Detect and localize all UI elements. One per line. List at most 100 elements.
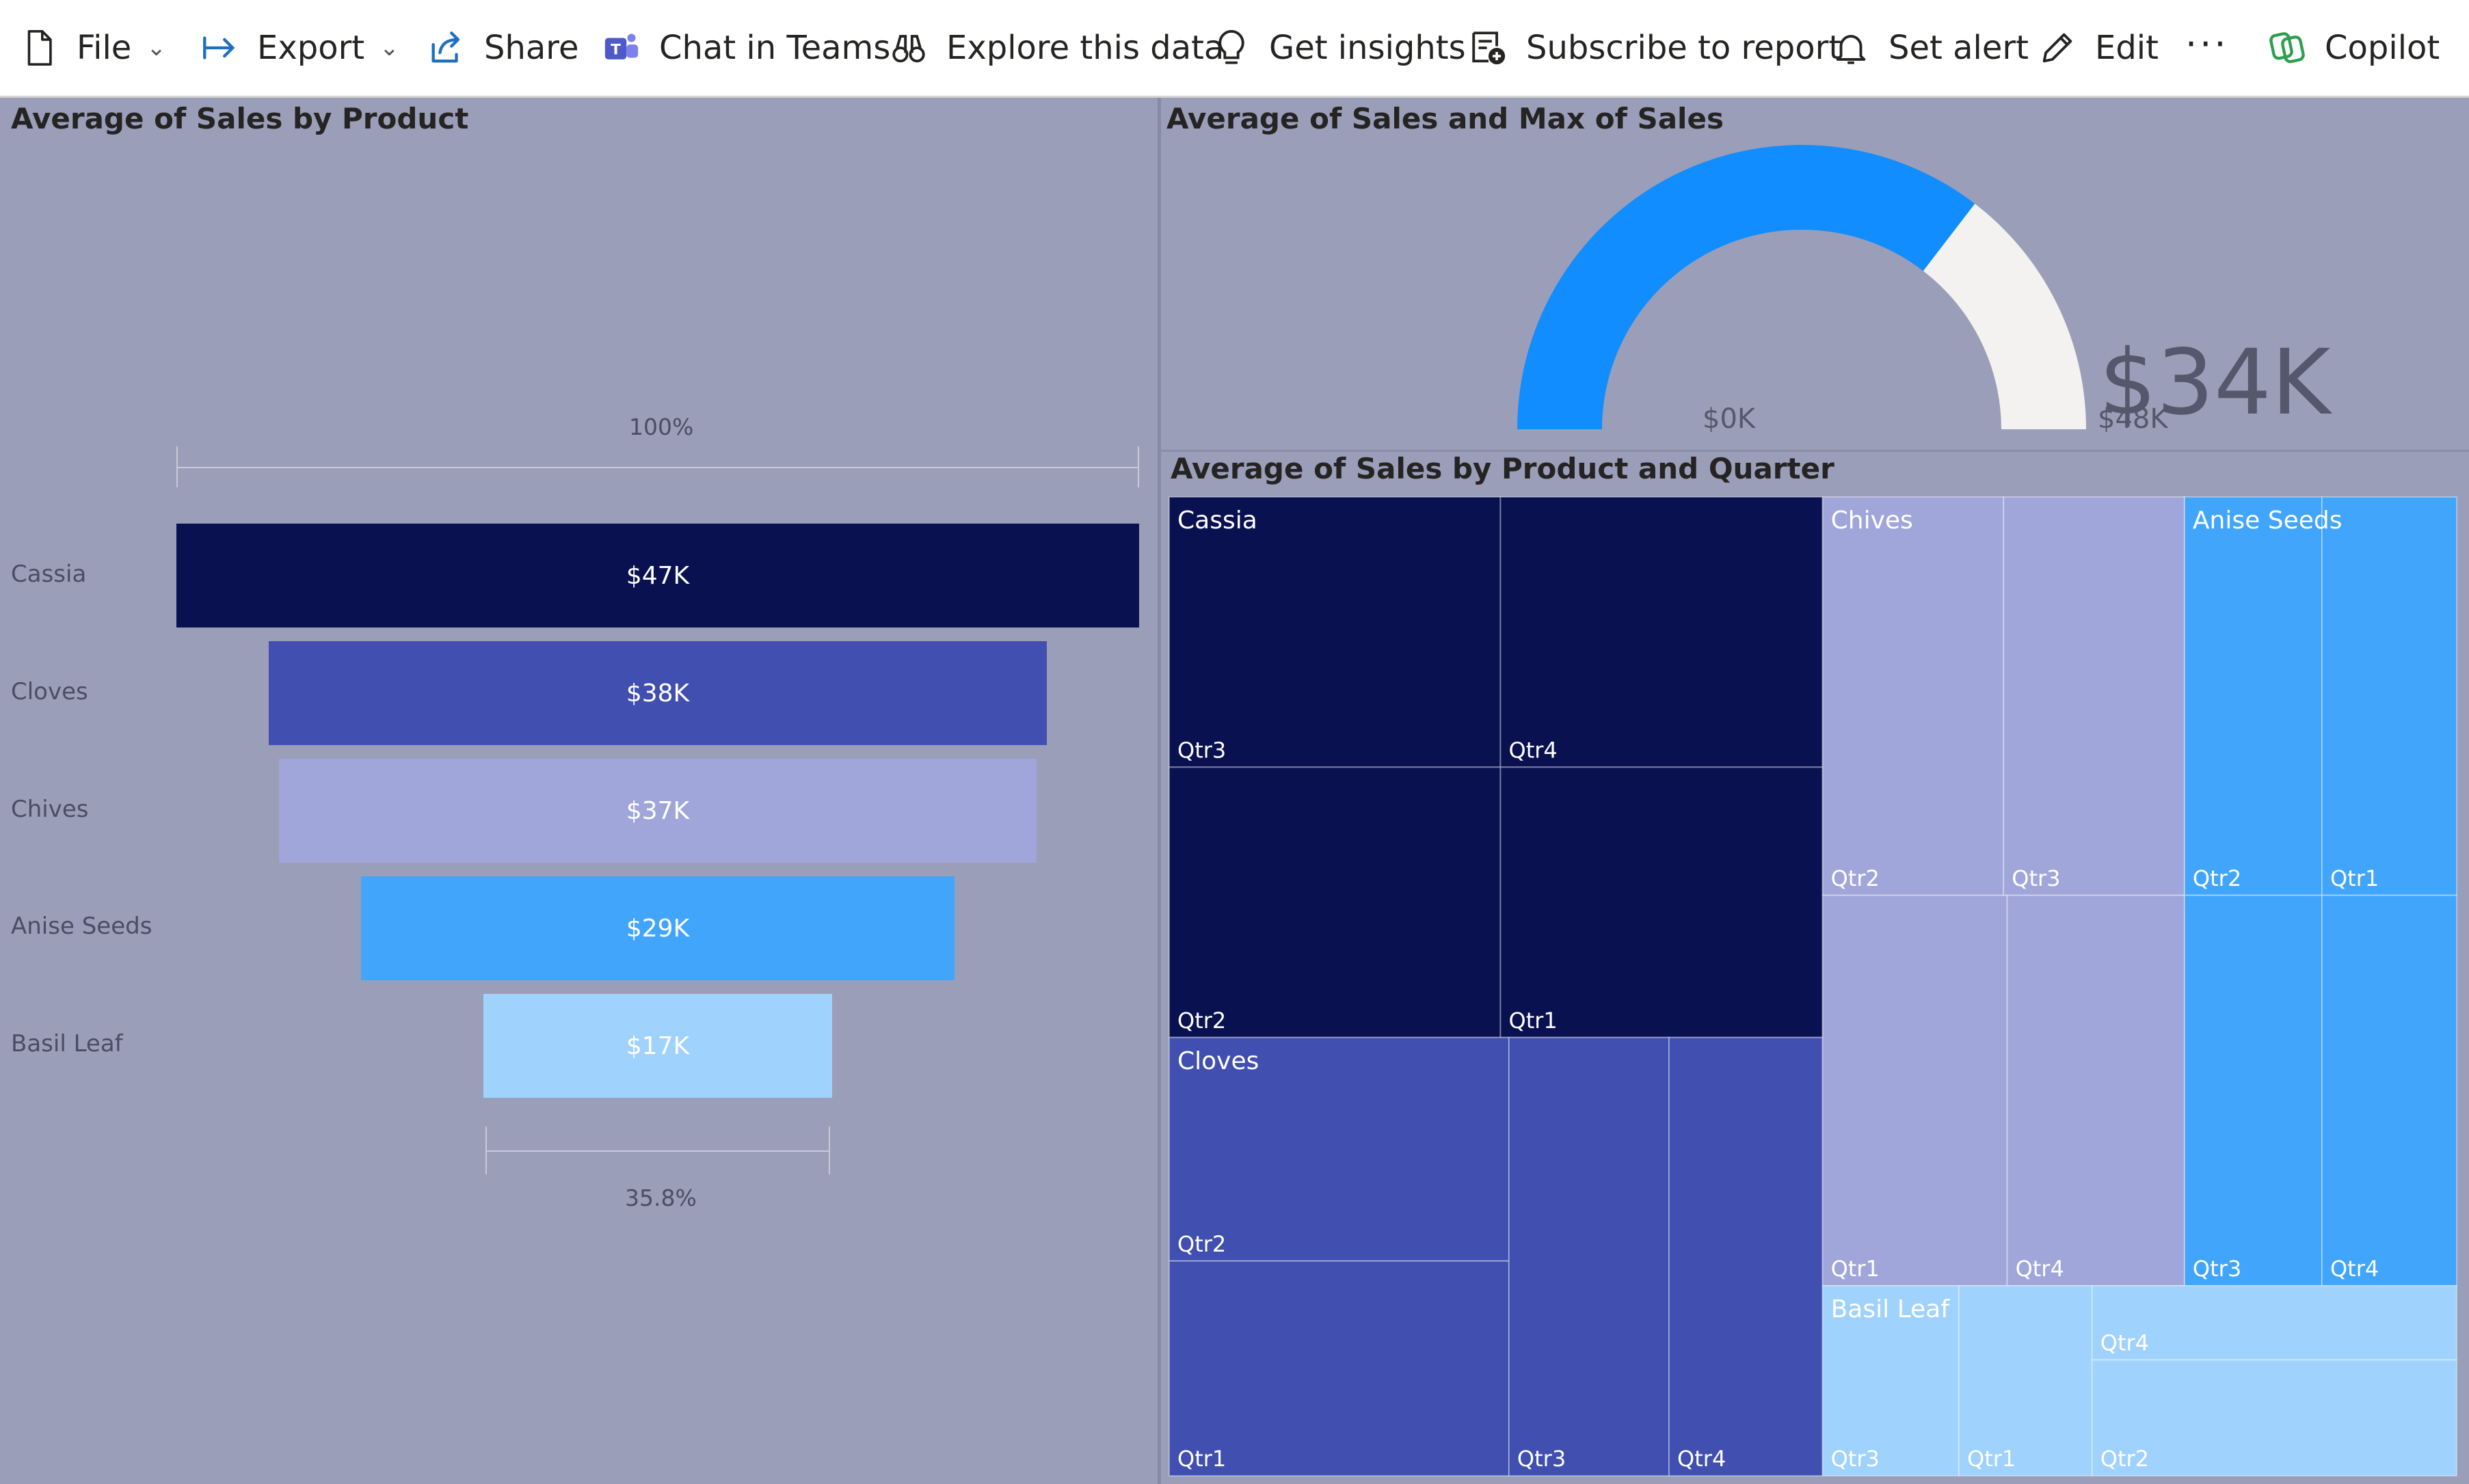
treemap-cell[interactable]: [1169, 766, 1502, 1038]
treemap-group[interactable]: Qtr2 Qtr3 Qtr1 Qtr4 Chives: [1821, 496, 2185, 1287]
subscribe-icon: [1472, 31, 1506, 65]
treemap-cell-label: Qtr4: [1677, 1446, 1726, 1472]
treemap-cell[interactable]: [2321, 496, 2458, 896]
funnel-top-bracket: [176, 467, 1139, 468]
treemap-group-label: Cassia: [1177, 507, 1257, 535]
funnel-bar[interactable]: $38K: [268, 641, 1047, 745]
arrow-to-bar-icon: [203, 36, 235, 59]
treemap-group-label: Chives: [1831, 507, 1913, 535]
treemap-group-label: Cloves: [1177, 1047, 1259, 1075]
treemap-cell[interactable]: [1821, 496, 2005, 896]
treemap-cell-label: Qtr2: [1831, 865, 1880, 891]
treemap-group[interactable]: Qtr3 Qtr1 Qtr4 Qtr2 Basil Leaf: [1821, 1285, 2457, 1477]
gauge-min-label: $0K: [1703, 403, 1756, 435]
more-options-button[interactable]: ···: [2185, 16, 2229, 71]
treemap-cell[interactable]: [1668, 1036, 1824, 1476]
file-menu-button[interactable]: File ⌄: [19, 21, 166, 75]
funnel-category-label: Anise Seeds: [11, 913, 152, 940]
funnel-bar-value-label: $38K: [626, 679, 690, 707]
funnel-bar-value-label: $17K: [626, 1031, 690, 1060]
treemap-cell-label: Qtr2: [2193, 865, 2241, 891]
treemap-cell-label: Qtr4: [2330, 1256, 2379, 1282]
gauge-max-label: $48K: [2098, 403, 2168, 435]
funnel-bar-value-label: $37K: [626, 796, 690, 825]
treemap-group[interactable]: Qtr3 Qtr4 Qtr2 Qtr1 Cassia: [1169, 496, 1824, 1038]
treemap-group-label: Anise Seeds: [2193, 507, 2343, 535]
treemap-cell-label: Qtr4: [2100, 1330, 2149, 1355]
funnel-top-bracket-left: [176, 446, 178, 487]
treemap-cell[interactable]: [2183, 894, 2323, 1287]
subscribe-label: Subscribe to report: [1526, 29, 1842, 67]
treemap-cell[interactable]: [1169, 496, 1502, 768]
gauge-visual[interactable]: Average of Sales and Max of Sales $0K $3…: [1161, 98, 2469, 452]
teams-icon: T: [604, 33, 639, 59]
treemap-cell[interactable]: [1499, 496, 1824, 768]
treemap-cell-label: Qtr4: [1509, 737, 1558, 763]
treemap-cell-label: Qtr1: [1967, 1446, 2016, 1472]
funnel-bottom-bracket-right: [829, 1127, 830, 1174]
explore-data-label: Explore this data: [946, 29, 1225, 67]
chevron-down-icon: ⌄: [379, 34, 399, 62]
funnel-category-label: Cassia: [11, 561, 87, 588]
treemap-cell[interactable]: [1169, 1260, 1510, 1477]
treemap-cell-label: Qtr3: [1177, 737, 1226, 763]
funnel-bottom-bracket: [485, 1150, 830, 1152]
treemap-group[interactable]: Qtr2 Qtr1 Qtr3 Qtr4 Cloves: [1169, 1036, 1824, 1477]
treemap-cell[interactable]: [1821, 894, 2008, 1287]
set-alert-button[interactable]: Set alert: [1831, 21, 2029, 75]
treemap-cell[interactable]: [2321, 894, 2458, 1287]
chat-in-teams-button[interactable]: T Chat in Teams: [602, 21, 890, 75]
funnel-bar[interactable]: $37K: [278, 759, 1037, 863]
lightbulb-icon: [1218, 29, 1244, 64]
bell-icon: [1836, 35, 1866, 64]
treemap-cell-label: Qtr1: [1509, 1008, 1558, 1034]
treemap-chart: Qtr3 Qtr4 Qtr2 Qtr1 Cassia Qtr2 Qtr1 Qtr3 Qtr4 Cl…: [1169, 496, 2458, 1477]
funnel-bar[interactable]: $29K: [360, 876, 955, 980]
share-button[interactable]: Share: [427, 21, 579, 75]
treemap-group-label: Basil Leaf: [1831, 1295, 1951, 1323]
treemap-cell-label: Qtr1: [1831, 1256, 1880, 1282]
funnel-bar[interactable]: $47K: [176, 524, 1139, 628]
funnel-bar[interactable]: $17K: [483, 994, 832, 1098]
explore-data-button[interactable]: Explore this data: [889, 21, 1224, 75]
export-menu-button[interactable]: Export ⌄: [200, 21, 399, 75]
funnel-bottom-bracket-left: [485, 1127, 487, 1174]
treemap-group[interactable]: Qtr2 Qtr1 Qtr3 Qtr4 Anise Seeds: [2183, 496, 2458, 1287]
export-menu-label: Export: [257, 29, 365, 67]
funnel-top-percent: 100%: [629, 414, 694, 440]
copilot-label: Copilot: [2325, 29, 2440, 67]
copilot-icon: [2269, 32, 2305, 64]
treemap-cell-label: Qtr3: [2012, 865, 2060, 891]
chevron-down-icon: ⌄: [146, 34, 166, 62]
svg-text:T: T: [611, 42, 621, 59]
treemap-cell[interactable]: [2006, 894, 2185, 1287]
funnel-visual[interactable]: Average of Sales by Product 100% Cassia …: [0, 98, 1159, 1484]
funnel-bar-value-label: $47K: [626, 561, 690, 590]
funnel-bottom-percent: 35.8%: [625, 1185, 697, 1211]
treemap-cell-label: Qtr3: [1517, 1446, 1566, 1472]
edit-button[interactable]: Edit: [2038, 21, 2159, 75]
treemap-cell[interactable]: [2003, 496, 2185, 896]
treemap-cell-label: Qtr2: [1177, 1231, 1226, 1257]
treemap-cell[interactable]: [1499, 766, 1824, 1038]
document-icon: [27, 30, 52, 66]
pencil-icon: [2042, 33, 2072, 63]
edit-label: Edit: [2095, 29, 2159, 67]
get-insights-button[interactable]: Get insights: [1212, 21, 1466, 75]
share-icon: [431, 31, 460, 63]
more-options-icon: ···: [2185, 22, 2229, 66]
file-menu-label: File: [77, 29, 132, 67]
treemap-cell[interactable]: [1508, 1036, 1670, 1476]
treemap-visual[interactable]: Average of Sales by Product and Quarter …: [1161, 452, 2469, 1484]
copilot-button[interactable]: Copilot: [2267, 21, 2440, 75]
funnel-category-label: Cloves: [11, 678, 88, 705]
funnel-top-bracket-right: [1138, 446, 1139, 487]
subscribe-button[interactable]: Subscribe to report: [1469, 21, 1841, 75]
funnel-category-label: Chives: [11, 796, 89, 823]
treemap-cell[interactable]: [2183, 496, 2323, 896]
funnel-category-label: Basil Leaf: [11, 1030, 123, 1057]
treemap-cell-label: Qtr1: [2330, 865, 2379, 891]
treemap-cell-label: Qtr3: [1831, 1446, 1880, 1472]
gauge-value-arc[interactable]: [1517, 145, 1975, 430]
chat-in-teams-label: Chat in Teams: [659, 29, 891, 67]
